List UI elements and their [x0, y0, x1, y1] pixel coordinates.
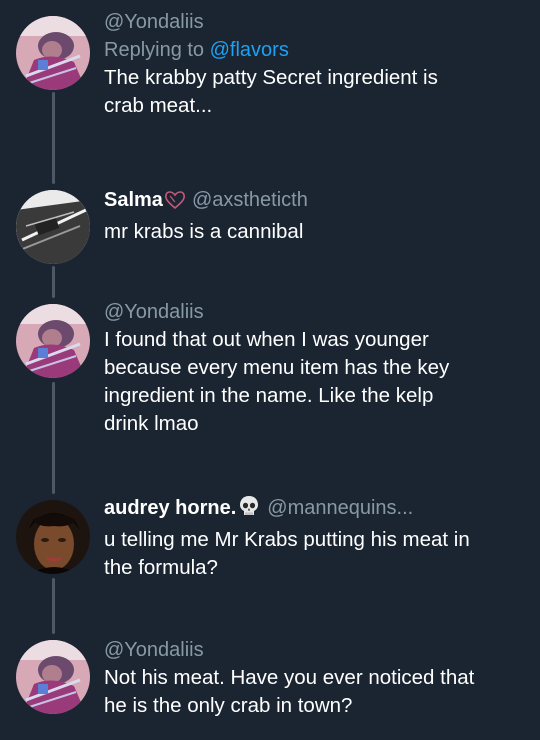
- user-handle[interactable]: @axstheticth: [192, 189, 308, 211]
- replying-to-label: Replying to: [104, 39, 210, 61]
- heart-doodle-icon: [164, 190, 186, 218]
- display-name[interactable]: audrey horne.: [104, 497, 236, 519]
- tweet-text: Not his meat. Have you ever noticed that…: [104, 664, 526, 720]
- tweet-text-line: the formula?: [104, 556, 218, 579]
- tweet-meta: audrey horne. @mannequins...: [104, 494, 526, 526]
- tweet-text-line: drink lmao: [104, 412, 199, 435]
- user-handle[interactable]: @Yondaliis: [104, 639, 204, 661]
- replying-to: Replying to @flavors: [104, 36, 526, 64]
- thread-connector-line: [52, 578, 55, 634]
- user-handle[interactable]: @mannequins...: [267, 497, 413, 519]
- tweet-text-line: because every menu item has the key: [104, 356, 450, 379]
- user-handle[interactable]: @Yondaliis: [104, 301, 204, 323]
- display-name[interactable]: Salma: [104, 189, 163, 211]
- avatar[interactable]: [16, 190, 90, 264]
- thread-connector-line: [52, 266, 55, 298]
- tweet-text: The krabby patty Secret ingredient is cr…: [104, 64, 526, 120]
- tweet-meta: Salma @axstheticth: [104, 186, 526, 218]
- tweet-text-line: Not his meat. Have you ever noticed that: [104, 666, 475, 689]
- tweet-meta: @Yondaliis: [104, 298, 526, 326]
- avatar[interactable]: [16, 304, 90, 378]
- avatar[interactable]: [16, 500, 90, 574]
- tweet-text-line: I found that out when I was younger: [104, 328, 429, 351]
- thread-connector-line: [52, 92, 55, 184]
- tweet-meta: @Yondaliis: [104, 8, 526, 36]
- avatar[interactable]: [16, 640, 90, 714]
- skull-icon: [237, 494, 261, 526]
- user-handle[interactable]: @Yondaliis: [104, 11, 204, 33]
- tweet-text-line: u telling me Mr Krabs putting his meat i…: [104, 528, 470, 551]
- tweet-text-line: he is the only crab in town?: [104, 694, 353, 717]
- tweet-text-line: The krabby patty Secret ingredient is: [104, 66, 438, 89]
- mention-link[interactable]: @flavors: [210, 39, 289, 61]
- tweet-text-line: crab meat...: [104, 94, 213, 117]
- tweet-text: I found that out when I was younger beca…: [104, 326, 526, 438]
- avatar[interactable]: [16, 16, 90, 90]
- tweet-text-line: ingredient in the name. Like the kelp: [104, 384, 434, 407]
- tweet-text-line: mr krabs is a cannibal: [104, 220, 304, 243]
- conversation-thread: @Yondaliis Replying to @flavors The krab…: [0, 0, 540, 740]
- tweet-meta: @Yondaliis: [104, 636, 526, 664]
- thread-connector-line: [52, 382, 55, 494]
- tweet-text: mr krabs is a cannibal: [104, 218, 526, 246]
- tweet-text: u telling me Mr Krabs putting his meat i…: [104, 526, 526, 582]
